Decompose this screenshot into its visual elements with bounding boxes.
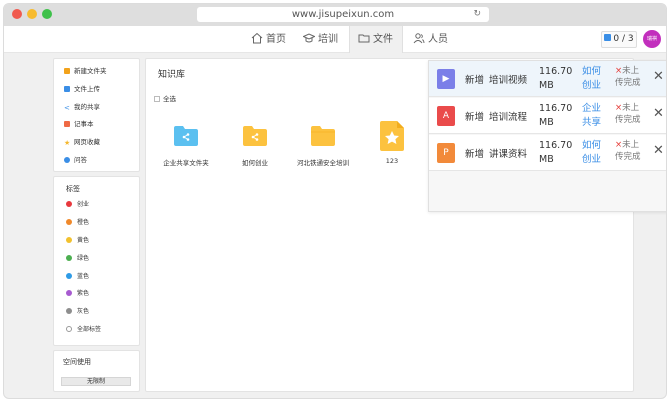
graduation-cap-icon (303, 33, 315, 43)
upload-action: 新增 (465, 149, 485, 160)
tag-dot-icon (66, 290, 72, 297)
tag-dot-icon (66, 254, 72, 261)
upload-destination-link[interactable]: 如何创业 (582, 139, 604, 166)
upload-icon (604, 34, 612, 41)
close-icon[interactable]: ✕ (653, 69, 664, 84)
file-name: 123 (385, 157, 399, 165)
tag-item[interactable]: 创业 (54, 196, 139, 214)
shared-folder-icon (174, 126, 198, 146)
maximize-window-button[interactable] (42, 9, 52, 19)
upload-status: ×未上传完成 (615, 140, 641, 162)
tag-dot-icon (66, 218, 72, 225)
upload-destination-link[interactable]: 如何创业 (582, 65, 604, 92)
file-name: 如何创业 (242, 159, 268, 167)
upload-status: ×未上传完成 (615, 103, 641, 125)
starred-file-icon (380, 121, 404, 151)
tag-item[interactable]: 紫色 (54, 285, 139, 303)
sidebar-item-bookmarks[interactable]: ★ 网页收藏 (54, 134, 139, 152)
close-icon[interactable]: ✕ (653, 106, 664, 121)
upload-file-name: 培训视频 (489, 75, 528, 86)
tag-item[interactable]: 绿色 (54, 250, 139, 268)
new-folder-icon (64, 68, 70, 74)
star-icon: ★ (64, 139, 71, 148)
pdf-file-icon: A (437, 106, 455, 126)
folder-icon (358, 34, 370, 43)
page-title: 知识库 (158, 70, 186, 80)
folder-icon (311, 126, 335, 146)
tag-item-all[interactable]: 全部标签 (54, 321, 139, 339)
select-all[interactable]: 全选 (154, 93, 176, 103)
tag-item[interactable]: 黄色 (54, 232, 139, 250)
video-file-icon: ▶ (437, 69, 455, 89)
upload-destination-link[interactable]: 企业共享 (582, 102, 604, 129)
nav-files[interactable]: 文件 (349, 26, 403, 53)
qa-icon (64, 156, 70, 163)
file-name: 企业共享文件夹 (163, 159, 209, 167)
avatar[interactable]: 瑞祺 (643, 30, 661, 48)
sidebar-actions: 新建文件夹 文件上传 < 我的共享 记事本 ★ 网页收藏 问答 (53, 58, 140, 172)
nav-training[interactable]: 培训 (303, 26, 345, 53)
tag-dot-icon (66, 326, 72, 333)
upload-file-name: 培训流程 (489, 112, 528, 123)
reload-icon[interactable]: ↻ (473, 7, 481, 22)
upload-status: ×未上传完成 (615, 66, 641, 88)
sidebar-item-qa[interactable]: 问答 (54, 152, 139, 170)
close-icon[interactable]: ✕ (653, 143, 664, 158)
tag-item[interactable]: 灰色 (54, 303, 139, 321)
nav-home[interactable]: 首页 (251, 26, 291, 53)
upload-file-name: 讲课资料 (489, 149, 528, 160)
tags-title: 标签 (66, 185, 80, 193)
address-bar[interactable]: www.jisupeixun.com ↻ (197, 7, 489, 22)
tag-dot-icon (66, 236, 72, 243)
file-tile[interactable]: 123 (356, 121, 428, 165)
upload-file-size: 116.70 MB (539, 103, 573, 128)
notepad-icon (64, 121, 70, 128)
url-text: www.jisupeixun.com (291, 9, 395, 20)
browser-titlebar: www.jisupeixun.com ↻ (4, 4, 666, 26)
sidebar-tags: 标签 创业 橙色 黄色 绿色 蓝色 紫色 灰色 全部标签 (53, 176, 140, 346)
upload-action: 新增 (465, 75, 485, 86)
minimize-window-button[interactable] (27, 9, 37, 19)
tag-dot-icon (66, 201, 72, 207)
file-tile[interactable]: 河北铁通安全培训 (287, 125, 359, 167)
tag-item[interactable]: 蓝色 (54, 268, 139, 286)
tag-dot-icon (66, 308, 72, 315)
sidebar-item-upload[interactable]: 文件上传 (54, 81, 139, 99)
sidebar-item-notepad[interactable]: 记事本 (54, 116, 139, 134)
space-title: 空间使用 (63, 358, 91, 366)
upload-file-size: 116.70 MB (539, 140, 573, 165)
upload-queue-button[interactable]: 0 / 3 (601, 31, 637, 48)
upload-file-size: 116.70 MB (539, 66, 573, 91)
upload-row[interactable]: P 新增 讲课资料 116.70 MB 如何创业 ×未上传完成 ✕ (429, 135, 666, 171)
upload-list-popup: ▶ 新增 培训视频 116.70 MB 如何创业 ×未上传完成 ✕ A 新增 培… (428, 60, 666, 212)
upload-row[interactable]: A 新增 培训流程 116.70 MB 企业共享 ×未上传完成 ✕ (429, 98, 666, 134)
browser-window: www.jisupeixun.com ↻ 首页 培训 文件 人员 0 / 3 瑞… (3, 3, 667, 399)
shared-folder-icon (243, 126, 267, 146)
file-tile[interactable]: 如何创业 (219, 125, 291, 167)
select-all-checkbox[interactable] (154, 96, 160, 102)
file-tile[interactable]: 企业共享文件夹 (150, 125, 222, 167)
upload-icon (64, 85, 70, 92)
tag-item[interactable]: 橙色 (54, 214, 139, 232)
upload-row[interactable]: ▶ 新增 培训视频 116.70 MB 如何创业 ×未上传完成 ✕ (429, 61, 666, 97)
nav-people[interactable]: 人员 (413, 26, 455, 53)
close-window-button[interactable] (12, 9, 22, 19)
ppt-file-icon: P (437, 143, 455, 163)
top-navigation: 首页 培训 文件 人员 0 / 3 瑞祺 (4, 26, 666, 53)
tag-dot-icon (66, 272, 72, 279)
sidebar-item-my-share[interactable]: < 我的共享 (54, 99, 139, 117)
file-name: 河北铁通安全培训 (297, 159, 349, 167)
space-usage: 空间使用 无限制 (53, 350, 140, 392)
space-value: 无限制 (61, 377, 131, 386)
share-icon: < (64, 103, 70, 112)
people-icon (413, 33, 425, 44)
upload-action: 新增 (465, 112, 485, 123)
sidebar-item-new-folder[interactable]: 新建文件夹 (54, 63, 139, 81)
home-icon (251, 32, 263, 44)
